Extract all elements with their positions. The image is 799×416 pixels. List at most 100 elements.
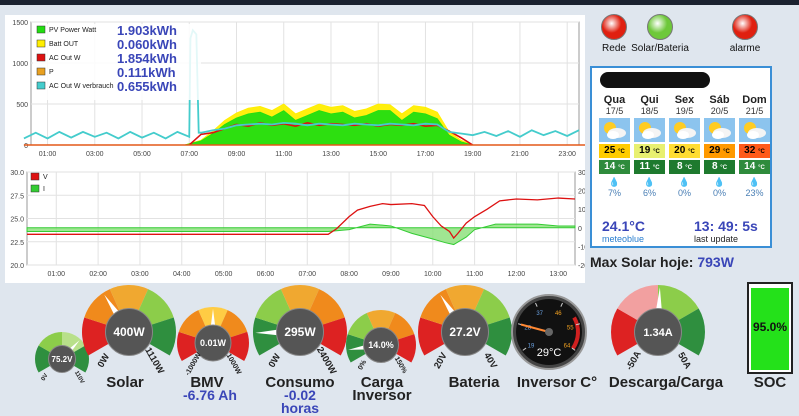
- carga-gauge-band: [381, 334, 416, 363]
- solar-gauge-band: [129, 317, 177, 356]
- rain-drop-icon: 💧: [608, 177, 621, 187]
- rain-probability: 23%: [745, 188, 764, 198]
- legend-swatch-4: [36, 81, 46, 90]
- legend-swatch-1: [36, 39, 46, 48]
- solar-gauge-max: 1110W: [143, 345, 167, 375]
- rain-probability: 6%: [642, 188, 656, 198]
- power-chart-x-tick: 05:00: [133, 151, 151, 158]
- temp-gauge-tick-mark: [571, 347, 576, 351]
- vi-legend-label-1: I: [43, 186, 45, 193]
- rain-drop-icon: 💧: [643, 177, 656, 187]
- vi-chart-y-left-tick: 22.5: [10, 240, 24, 247]
- bateria-gauge-min: 20V: [431, 350, 449, 371]
- small-gauge-min: 0V: [41, 373, 50, 382]
- indicator-alarme-label: alarme: [729, 43, 761, 54]
- vi-chart-x-tick: 04:00: [173, 271, 191, 278]
- indicator-rede: Rede: [596, 14, 632, 54]
- forecast-max-temp: 32 °C: [739, 144, 770, 158]
- power-chart-y-tick: 500: [16, 102, 28, 109]
- power-chart-y-tick: 1500: [12, 20, 28, 27]
- power-chart-x-tick: 13:00: [322, 151, 340, 158]
- inversor-temp-label: Inversor C°: [516, 374, 598, 391]
- indicator-solar-bateria-label: Solar/Bateria: [631, 43, 689, 54]
- solar-gauge-band: [109, 284, 149, 332]
- vi-chart-y-left-tick: 27.5: [10, 193, 24, 200]
- power-chart-y-tick: 1000: [12, 61, 28, 68]
- temp-gauge-value: 29°C: [537, 347, 562, 359]
- forecast-day-4: Dom 21/5 32 °C 14 °C 💧 23%: [738, 94, 771, 198]
- vi-chart-y-right-tick: 30: [578, 170, 585, 177]
- bmv-gauge-band: [213, 331, 249, 361]
- energy-total-1: 0.060kWh: [117, 37, 177, 52]
- vi-chart-y-left-tick: 30.0: [10, 170, 24, 177]
- forecast-min-temp: 8 °C: [669, 160, 700, 174]
- forecast-min-temp: 14 °C: [599, 160, 630, 174]
- consumo-gauge-min: 0W: [266, 351, 283, 369]
- small-gauge-max: 110V: [73, 370, 85, 385]
- legend-swatch-2: [36, 53, 46, 62]
- voltage-current-chart: 01:00 02:00 03:00 04:00 05:00 06:00 07:00 08:00…: [10, 170, 588, 278]
- forecast-date: 21/5: [745, 106, 764, 116]
- forecast-day-name: Sáb: [709, 94, 730, 106]
- temp-gauge-danger-arc: [571, 316, 580, 350]
- soc-bar: 95.0%: [747, 282, 793, 374]
- power-chart-x-tick: 21:00: [511, 151, 529, 158]
- small-gauge-band: [62, 332, 86, 359]
- power-chart-x-tick: 03:00: [86, 151, 104, 158]
- partly-cloudy-icon: [669, 118, 700, 142]
- vi-chart-x-tick: 03:00: [131, 271, 149, 278]
- indicator-solar-bateria-lamp: [647, 14, 673, 40]
- carga-gauge-band: [345, 334, 381, 363]
- partly-cloudy-icon: [704, 118, 735, 142]
- carga-gauge-band: [366, 310, 396, 345]
- energy-total-4: 0.655kWh: [117, 79, 177, 94]
- forecast-day-name: Sex: [674, 94, 695, 106]
- forecast-date: 17/5: [605, 106, 624, 116]
- rain-drop-icon: 💧: [678, 177, 691, 187]
- forecast-day-2: Sex 19/5 20 °C 8 °C 💧 0%: [668, 94, 701, 198]
- small-gauge-hub: [48, 345, 76, 373]
- small-gauge-band: [62, 345, 89, 373]
- forecast-max-temp: 20 °C: [669, 144, 700, 158]
- consumo-gauge-needle: [255, 326, 301, 338]
- power-chart-y-tick: 0: [24, 143, 28, 150]
- carga-gauge-label-2: Inversor: [352, 387, 412, 404]
- energy-total-3: 0.111kWh: [117, 65, 176, 80]
- descarga-gauge-min: -50A: [623, 349, 643, 372]
- bateria-gauge-max: 40V: [482, 350, 500, 371]
- rain-probability: 7%: [607, 188, 621, 198]
- forecast-date: 18/5: [640, 106, 659, 116]
- forecast-max-temp: 19 °C: [634, 144, 665, 158]
- forecast-date: 20/5: [710, 106, 729, 116]
- consumo-gauge-max: 2400W: [315, 345, 339, 376]
- consumo-gauge-band: [253, 317, 300, 356]
- carga-gauge: 14.0% 0% 150%: [345, 310, 416, 375]
- vi-chart-y-right-tick: 10: [578, 207, 585, 214]
- descarga-gauge-band: [658, 308, 705, 356]
- vi-legend-label-0: V: [43, 174, 48, 181]
- vi-legend-swatch-0: [30, 172, 40, 181]
- vi-chart-y-right-tick: 0: [578, 226, 582, 233]
- descarga-gauge: 1.34A-50A 50A: [611, 285, 705, 372]
- solar-gauge-value: 400W: [113, 325, 145, 339]
- bateria-gauge-band: [465, 289, 510, 332]
- vi-chart-x-tick: 07:00: [299, 271, 317, 278]
- power-chart-x-tick: 15:00: [369, 151, 387, 158]
- power-chart: 01:00 03:00 05:00 07:00 09:00 11:00 13:00 15:00…: [12, 20, 591, 158]
- solar-gauge-band: [82, 317, 129, 356]
- bmv-amp-hours: -6.76 Ah: [183, 387, 237, 403]
- legend-swatch-3: [36, 67, 46, 76]
- energy-total-2: 1.854kWh: [117, 51, 177, 66]
- bmv-gauge: 0.01W -1000W 1000W: [177, 307, 249, 377]
- max-solar-value: 793W: [697, 254, 734, 270]
- legend-label-0: PV Power Watt: [49, 27, 96, 34]
- indicator-rede-label: Rede: [602, 43, 626, 54]
- temp-gauge-face: [516, 299, 582, 365]
- forecast-min-temp: 14 °C: [739, 160, 770, 174]
- legend-label-2: AC Out W: [49, 55, 81, 62]
- temp-gauge-tick-mark: [522, 347, 527, 351]
- bmv-gauge-min: -1000W: [183, 350, 203, 376]
- power-chart-x-tick: 23:00: [558, 151, 576, 158]
- vi-chart-x-tick: 08:00: [340, 271, 358, 278]
- forecast-day-name: Qui: [640, 94, 659, 106]
